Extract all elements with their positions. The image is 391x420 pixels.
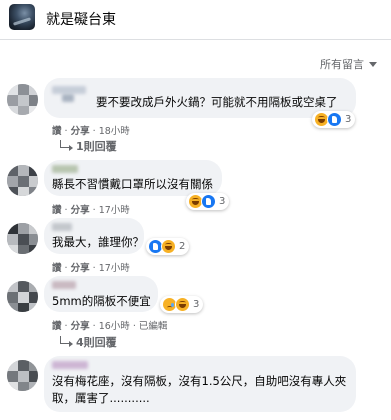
page-name[interactable]: 就是礙台東 (46, 9, 116, 29)
comment-bubble: 5mm的隔板不便宜 (44, 276, 158, 312)
view-replies-link[interactable]: 4則回覆 (60, 334, 117, 350)
commenter-name[interactable] (52, 223, 72, 231)
timestamp[interactable]: 18小時 (99, 126, 130, 137)
comment-text: 縣長不習慣戴口罩所以沒有關係 (52, 177, 213, 191)
like-icon (201, 194, 216, 209)
chevron-down-icon[interactable] (369, 61, 377, 67)
header-divider (0, 39, 391, 40)
reaction-count: 3 (345, 114, 352, 125)
like-link[interactable]: 讚 (52, 126, 62, 137)
page-header: 就是礙台東 (0, 0, 391, 38)
comment-text: 5mm的隔板不便宜 (52, 294, 151, 308)
avatar[interactable] (7, 84, 38, 115)
haha-icon (175, 297, 190, 312)
avatar[interactable] (7, 360, 38, 391)
comment-text: 要不要改成戶外火鍋？可能就不用隔板或空桌了 (96, 95, 338, 109)
share-link[interactable]: 分享 (71, 263, 90, 274)
haha-icon (161, 239, 176, 254)
timestamp[interactable]: 16小時 (99, 321, 130, 332)
comment-text: 我最大，誰理你？ (52, 235, 144, 249)
like-link[interactable]: 讚 (52, 263, 62, 274)
edited-label: 已編輯 (138, 321, 168, 332)
commenter-name[interactable] (52, 361, 88, 369)
comment-bubble: 沒有梅花座，沒有隔板，沒有1.5公尺，自助吧沒有專人夾 取，厲害了.......… (44, 356, 356, 412)
timestamp[interactable]: 17小時 (99, 205, 130, 216)
commenter-name[interactable] (52, 86, 86, 94)
sort-comments-dropdown[interactable]: 所有留言 (320, 56, 377, 72)
like-link[interactable]: 讚 (52, 205, 62, 216)
comment-actions: 讚 · 分享 · 17小時 (52, 263, 130, 274)
comment-text-line-1: 沒有梅花座，沒有隔板，沒有1.5公尺，自助吧沒有專人夾 (52, 374, 347, 388)
page-avatar[interactable] (9, 4, 35, 30)
like-icon (327, 112, 342, 127)
reaction-count: 3 (219, 196, 226, 207)
reaction-count: 3 (193, 299, 200, 310)
reactions-summary[interactable]: 3 (160, 296, 204, 313)
share-link[interactable]: 分享 (71, 205, 90, 216)
reactions-summary[interactable]: 3 (312, 111, 356, 128)
sort-label[interactable]: 所有留言 (320, 58, 364, 71)
commenter-name[interactable] (52, 281, 76, 289)
reply-arrow-icon (60, 336, 73, 347)
comment-bubble: 要不要改成戶外火鍋？可能就不用隔板或空桌了 (44, 78, 356, 118)
avatar[interactable] (7, 223, 38, 254)
like-link[interactable]: 讚 (52, 321, 62, 332)
comment-actions: 讚 · 分享 · 18小時 (52, 126, 130, 137)
view-replies-link[interactable]: 1則回覆 (60, 138, 117, 154)
comment-actions: 讚 · 分享 · 17小時 (52, 205, 130, 216)
commenter-name[interactable] (52, 165, 78, 173)
avatar[interactable] (7, 165, 38, 196)
comment-bubble: 縣長不習慣戴口罩所以沒有關係 (44, 160, 222, 196)
reactions-summary[interactable]: 3 (186, 193, 230, 210)
avatar[interactable] (7, 281, 38, 312)
reaction-count: 2 (179, 241, 186, 252)
reply-arrow-icon (60, 140, 73, 151)
comment-text-line-2: 取，厲害了........... (52, 391, 150, 405)
comment-bubble: 我最大，誰理你？ (44, 218, 144, 254)
timestamp[interactable]: 17小時 (99, 263, 130, 274)
reactions-summary[interactable]: 2 (146, 238, 190, 255)
share-link[interactable]: 分享 (71, 126, 90, 137)
share-link[interactable]: 分享 (71, 321, 90, 332)
comment-actions: 讚 · 分享 · 16小時 · 已編輯 (52, 321, 168, 332)
